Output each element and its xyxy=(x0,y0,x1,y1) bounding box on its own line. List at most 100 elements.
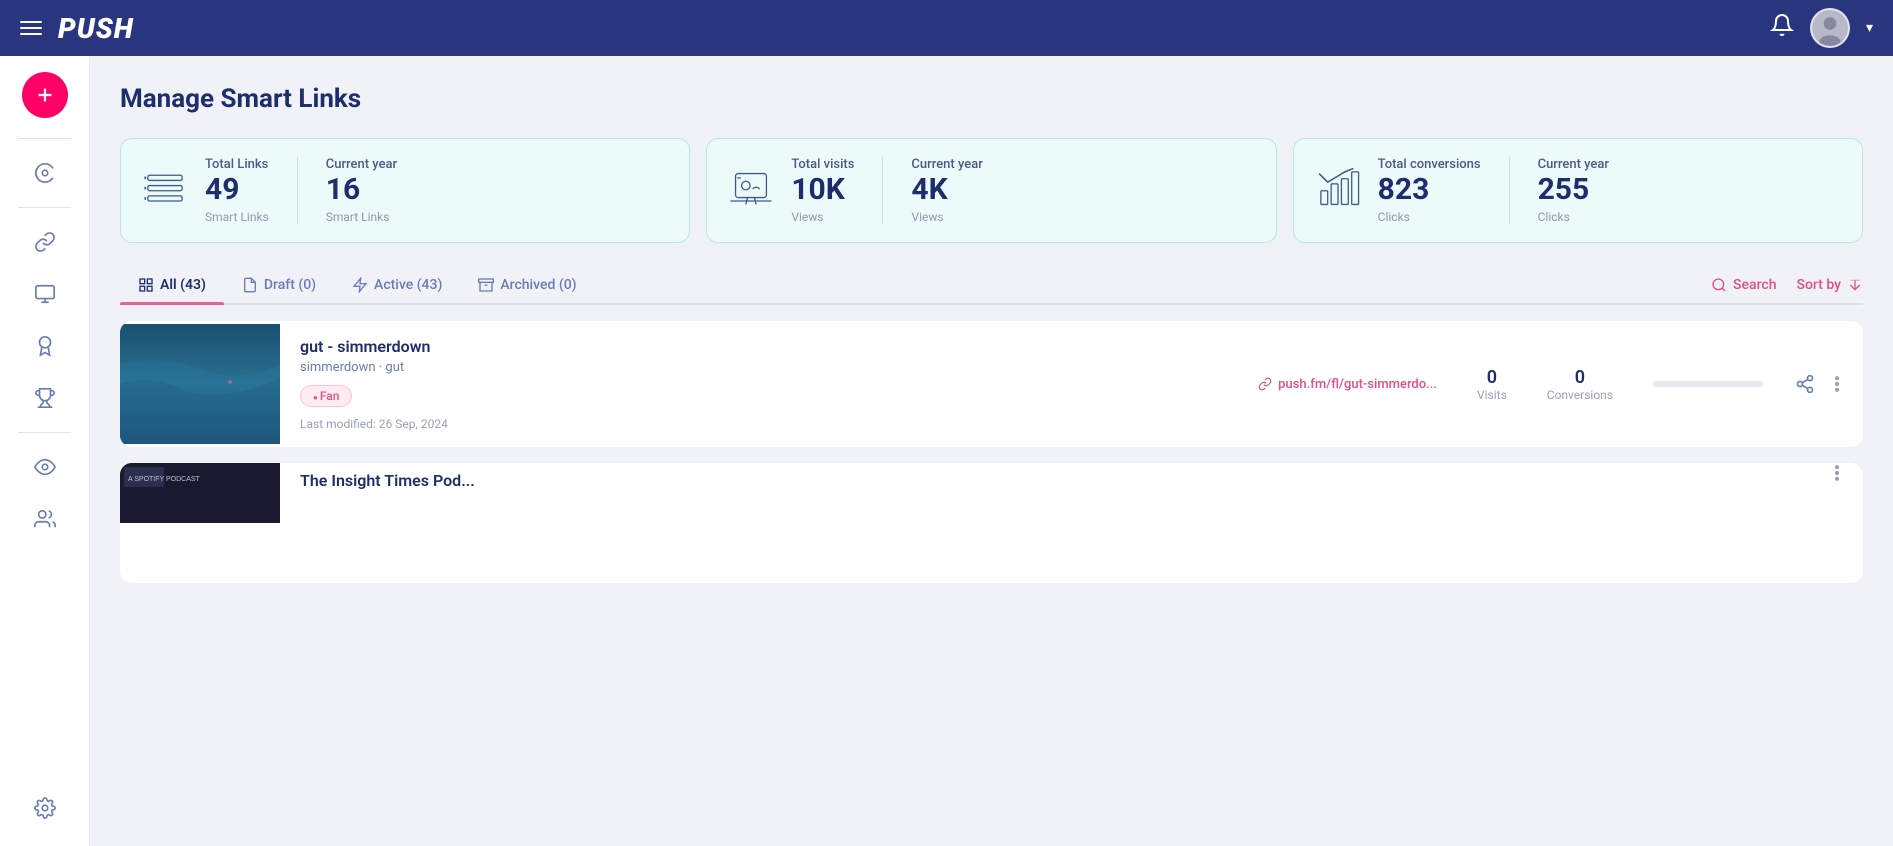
sidebar-divider-1 xyxy=(18,138,71,139)
link-actions-0 xyxy=(1779,374,1863,394)
tab-active-label: Active (43) xyxy=(374,277,442,293)
stat-year-links-sub: Smart Links xyxy=(326,210,397,224)
tab-draft[interactable]: Draft (0) xyxy=(224,267,334,303)
stat-total-conversions-sub: Clicks xyxy=(1378,210,1481,224)
stat-year-visits-value: 4K xyxy=(911,172,982,208)
stat-total-links: Total Links 49 Smart Links xyxy=(205,157,269,224)
nav-right: ▾ xyxy=(1770,8,1873,48)
stat-year-links-value: 16 xyxy=(326,172,397,208)
stat-divider-links xyxy=(297,157,298,224)
sidebar-item-group[interactable] xyxy=(23,497,67,541)
sidebar-divider-2 xyxy=(18,207,71,208)
link-card-0: gut - simmerdown simmerdown · gut Fan La… xyxy=(120,321,1863,447)
conversions-stat-icon xyxy=(1314,165,1362,217)
stat-content-visits: Total visits 10K Views Current year 4K V… xyxy=(791,157,1255,224)
sidebar-divider-3 xyxy=(18,432,71,433)
link-visits-value-0: 0 xyxy=(1477,367,1507,388)
stat-total-links-label: Total Links xyxy=(205,157,269,172)
stat-content-links: Total Links 49 Smart Links Current year … xyxy=(205,157,669,224)
stat-year-conversions-sub: Clicks xyxy=(1538,210,1609,224)
tab-archived-label: Archived (0) xyxy=(500,277,576,293)
link-conversions-0: 0 Conversions xyxy=(1547,367,1613,402)
sidebar xyxy=(0,56,90,846)
link-artist-0: simmerdown · gut xyxy=(300,360,1222,375)
notifications-icon[interactable] xyxy=(1770,13,1794,43)
link-visits-0: 0 Visits xyxy=(1477,367,1507,402)
sidebar-item-dashboard[interactable] xyxy=(23,151,67,195)
stat-year-visits-sub: Views xyxy=(911,210,982,224)
main-layout: Manage Smart Links Total xyxy=(0,56,1893,846)
share-button-0[interactable] xyxy=(1795,374,1815,394)
stat-content-conversions: Total conversions 823 Clicks Current yea… xyxy=(1378,157,1842,224)
link-actions-1 xyxy=(1811,463,1863,483)
stat-card-conversions: Total conversions 823 Clicks Current yea… xyxy=(1293,138,1863,243)
top-nav: PUSH ▾ xyxy=(0,0,1893,56)
links-list: gut - simmerdown simmerdown · gut Fan La… xyxy=(120,305,1863,583)
stat-total-visits: Total visits 10K Views xyxy=(791,157,854,224)
more-button-0[interactable] xyxy=(1827,374,1847,394)
stat-year-conversions-label: Current year xyxy=(1538,157,1609,172)
tabs-row: All (43) Draft (0) Active (43) Archived … xyxy=(120,267,1863,305)
links-stat-icon xyxy=(141,165,189,217)
sort-label: Sort by xyxy=(1796,277,1841,293)
link-thumbnail-0 xyxy=(120,324,280,444)
stat-card-links: Total Links 49 Smart Links Current year … xyxy=(120,138,690,243)
sidebar-item-badge[interactable] xyxy=(23,324,67,368)
link-url-0[interactable]: push.fm/fl/gut-simmerdo... xyxy=(1242,377,1453,392)
progress-bar-0 xyxy=(1653,381,1763,387)
avatar[interactable] xyxy=(1810,8,1850,48)
link-info-1: The Insight Times Pod... xyxy=(280,463,1811,502)
stat-year-visits: Current year 4K Views xyxy=(911,157,982,224)
hamburger-button[interactable] xyxy=(20,21,42,35)
sidebar-item-settings[interactable] xyxy=(23,786,67,830)
user-menu-chevron[interactable]: ▾ xyxy=(1866,20,1873,36)
add-button[interactable] xyxy=(22,72,68,118)
visits-stat-icon xyxy=(727,165,775,217)
stats-row: Total Links 49 Smart Links Current year … xyxy=(120,138,1863,243)
link-card-1: A SPOTIFY PODCAST The Insight Times Pod.… xyxy=(120,463,1863,583)
stat-total-links-value: 49 xyxy=(205,172,269,208)
stat-year-links-label: Current year xyxy=(326,157,397,172)
link-title-0: gut - simmerdown xyxy=(300,337,1222,356)
link-conversions-label-0: Conversions xyxy=(1547,388,1613,402)
stat-total-conversions: Total conversions 823 Clicks xyxy=(1378,157,1481,224)
link-visits-label-0: Visits xyxy=(1477,388,1507,402)
stat-divider-conversions xyxy=(1509,157,1510,224)
svg-text:A SPOTIFY PODCAST: A SPOTIFY PODCAST xyxy=(128,476,201,483)
search-label: Search xyxy=(1733,277,1776,293)
nav-left: PUSH xyxy=(20,12,134,45)
tab-draft-label: Draft (0) xyxy=(264,277,316,293)
stat-total-visits-value: 10K xyxy=(791,172,854,208)
link-progress-0 xyxy=(1637,381,1779,387)
stat-total-conversions-value: 823 xyxy=(1378,172,1481,208)
app-logo: PUSH xyxy=(58,12,134,45)
link-conversions-value-0: 0 xyxy=(1547,367,1613,388)
stat-card-visits: Total visits 10K Views Current year 4K V… xyxy=(706,138,1276,243)
tab-active[interactable]: Active (43) xyxy=(334,267,460,303)
more-button-1[interactable] xyxy=(1827,463,1847,483)
stat-year-links: Current year 16 Smart Links xyxy=(326,157,397,224)
stat-divider-visits xyxy=(882,157,883,224)
main-content: Manage Smart Links Total xyxy=(90,56,1893,846)
sort-button[interactable]: Sort by xyxy=(1796,277,1863,293)
link-title-1: The Insight Times Pod... xyxy=(300,471,1791,490)
link-url-text-0: push.fm/fl/gut-simmerdo... xyxy=(1278,377,1437,392)
link-stats-0: 0 Visits 0 Conversions xyxy=(1453,367,1637,402)
stat-total-links-sub: Smart Links xyxy=(205,210,269,224)
sidebar-item-media[interactable] xyxy=(23,272,67,316)
sidebar-item-links[interactable] xyxy=(23,220,67,264)
page-title: Manage Smart Links xyxy=(120,84,1863,114)
sidebar-item-eye[interactable] xyxy=(23,445,67,489)
stat-year-conversions-value: 255 xyxy=(1538,172,1609,208)
sidebar-item-trophy[interactable] xyxy=(23,376,67,420)
stat-year-conversions: Current year 255 Clicks xyxy=(1538,157,1609,224)
stat-total-visits-label: Total visits xyxy=(791,157,854,172)
link-tag-0: Fan xyxy=(300,385,352,407)
tab-archived[interactable]: Archived (0) xyxy=(460,267,594,303)
search-button[interactable]: Search xyxy=(1711,277,1776,293)
link-thumbnail-1: A SPOTIFY PODCAST xyxy=(120,463,280,523)
stat-year-visits-label: Current year xyxy=(911,157,982,172)
tab-all[interactable]: All (43) xyxy=(120,267,224,303)
tabs-right: Search Sort by xyxy=(1711,277,1863,293)
stat-total-visits-sub: Views xyxy=(791,210,854,224)
